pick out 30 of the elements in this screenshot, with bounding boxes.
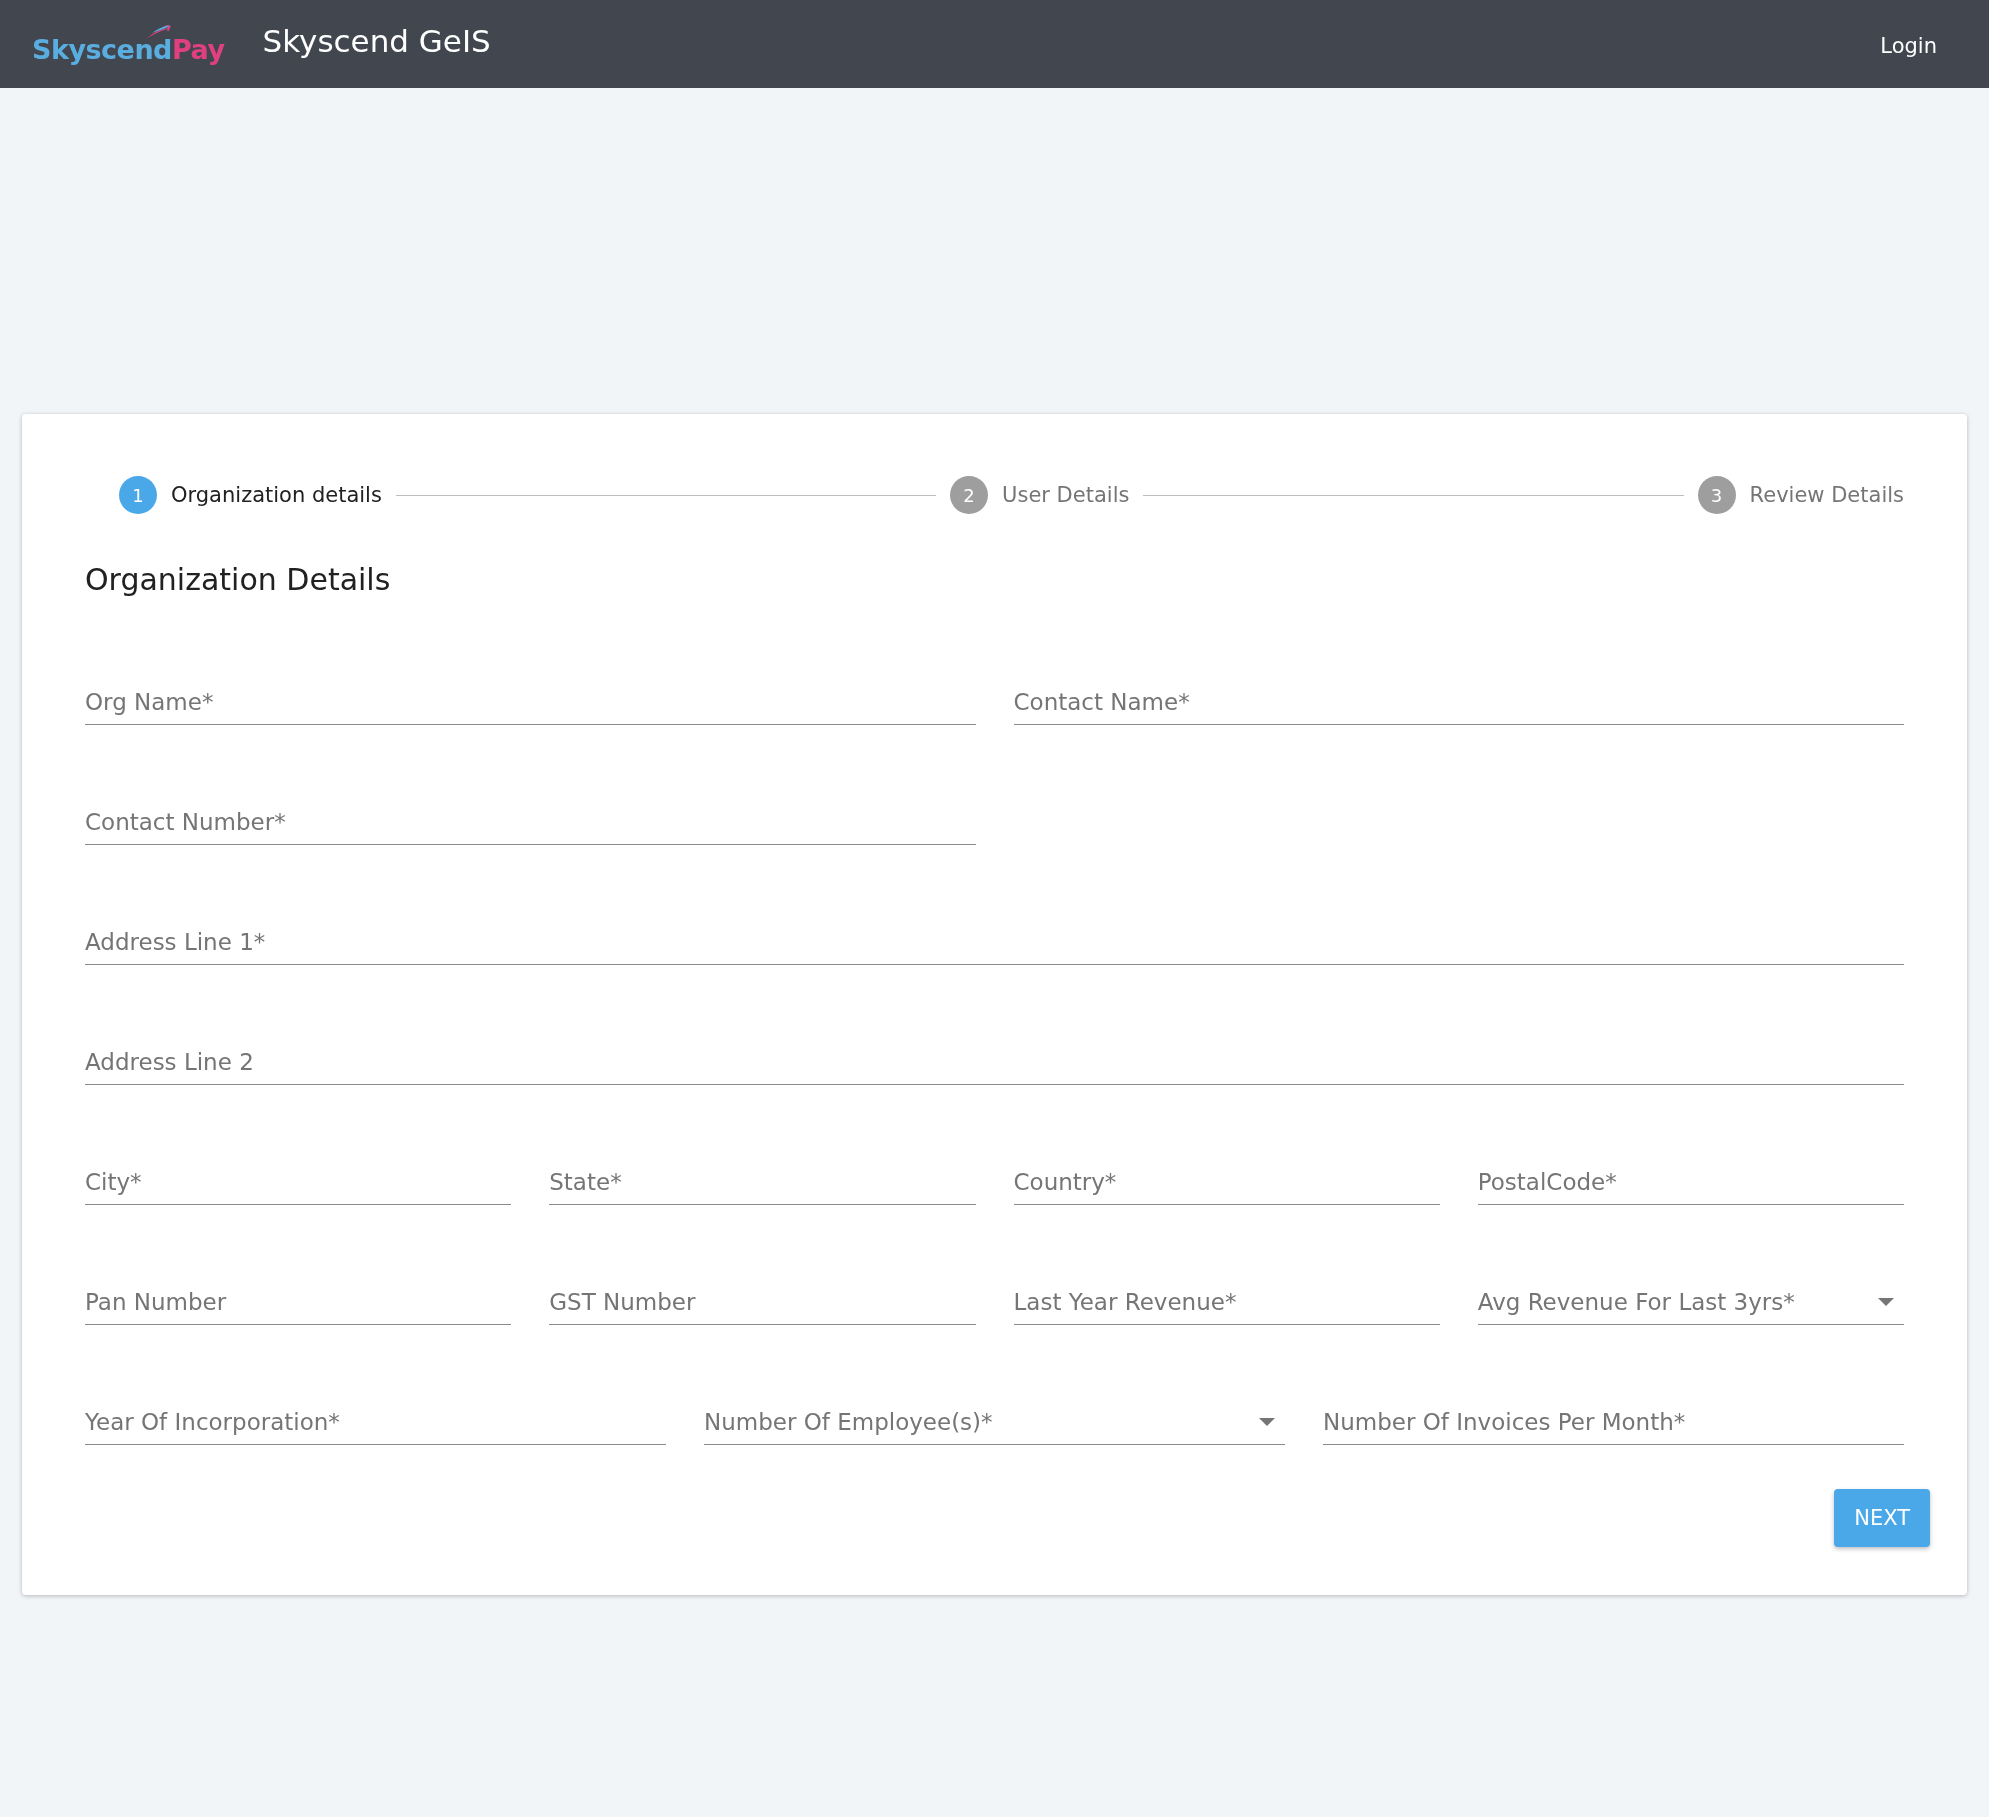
text-field[interactable]: Last Year Revenue*: [1013, 1281, 1440, 1325]
text-field[interactable]: State*: [549, 1161, 976, 1205]
step-label: Review Details: [1749, 483, 1904, 507]
login-link[interactable]: Login: [1880, 34, 1937, 58]
step-label: Organization details: [171, 483, 382, 507]
caret-down-icon: [1259, 1418, 1275, 1426]
text-field[interactable]: Country*: [1013, 1161, 1440, 1205]
next-button[interactable]: NEXT: [1834, 1489, 1930, 1547]
text-field[interactable]: Year Of Incorporation*: [85, 1401, 666, 1445]
section-heading: Organization Details: [85, 562, 392, 597]
caret-down-icon: [1878, 1298, 1894, 1306]
text-field[interactable]: Number Of Invoices Per Month*: [1323, 1401, 1904, 1445]
app-title: Skyscend GeIS: [262, 23, 491, 59]
step-number: 3: [1697, 476, 1736, 514]
text-field[interactable]: PostalCode*: [1477, 1161, 1904, 1205]
dropdown-field[interactable]: Avg Revenue For Last 3yrs*: [1477, 1281, 1904, 1325]
text-field[interactable]: City*: [85, 1161, 512, 1205]
logo-text: Skyscend: [32, 33, 172, 65]
text-field[interactable]: Org Name*: [85, 681, 976, 725]
logo-text: Pay: [171, 33, 225, 65]
step-label: User Details: [1002, 483, 1130, 507]
text-field[interactable]: Contact Number*: [85, 801, 976, 845]
step-number: 1: [119, 476, 157, 514]
text-field[interactable]: Address Line 1*: [85, 921, 1904, 965]
text-field[interactable]: GST Number: [549, 1281, 976, 1325]
text-field[interactable]: Contact Name*: [1013, 681, 1904, 725]
text-field[interactable]: Pan Number: [85, 1281, 512, 1325]
text-field[interactable]: Address Line 2: [85, 1041, 1904, 1085]
dropdown-field[interactable]: Number Of Employee(s)*: [704, 1401, 1285, 1445]
step-number: 2: [950, 476, 989, 514]
